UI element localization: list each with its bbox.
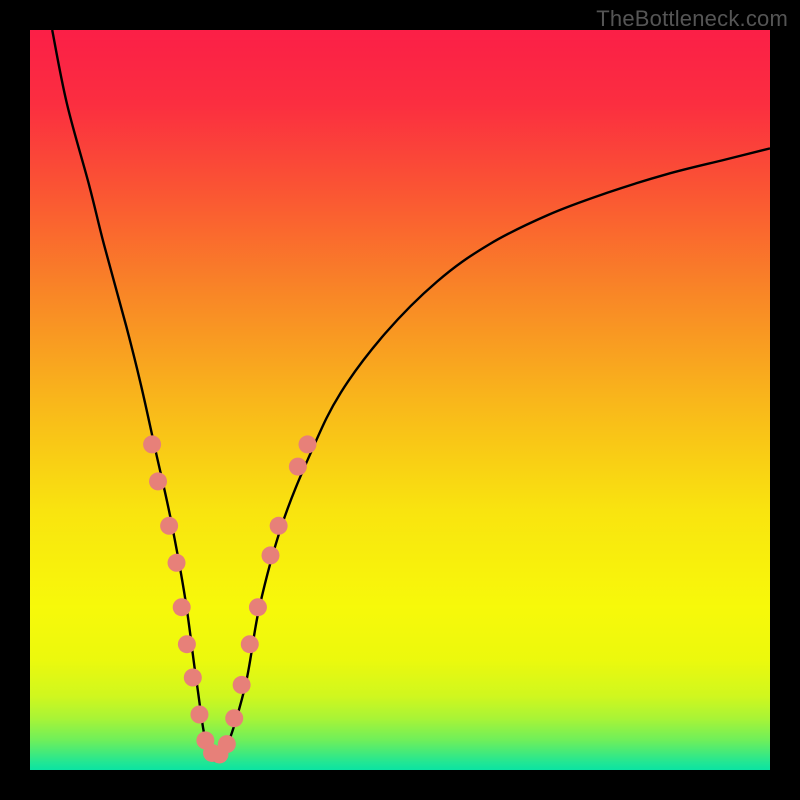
highlight-dot bbox=[270, 517, 288, 535]
chart-frame: TheBottleneck.com bbox=[0, 0, 800, 800]
bottleneck-curve bbox=[52, 30, 770, 761]
highlight-dot bbox=[143, 435, 161, 453]
highlight-dot bbox=[160, 517, 178, 535]
highlight-dot bbox=[190, 706, 208, 724]
highlight-dot bbox=[241, 635, 259, 653]
highlight-dot bbox=[249, 598, 267, 616]
highlight-dot bbox=[173, 598, 191, 616]
curve-layer bbox=[30, 30, 770, 770]
highlight-dot bbox=[289, 458, 307, 476]
highlight-dot bbox=[262, 546, 280, 564]
highlight-dot bbox=[184, 669, 202, 687]
highlight-dot bbox=[299, 435, 317, 453]
highlighted-dots bbox=[143, 435, 316, 763]
highlight-dot bbox=[168, 554, 186, 572]
highlight-dot bbox=[225, 709, 243, 727]
watermark-text: TheBottleneck.com bbox=[596, 6, 788, 32]
highlight-dot bbox=[149, 472, 167, 490]
plot-area bbox=[30, 30, 770, 770]
highlight-dot bbox=[178, 635, 196, 653]
highlight-dot bbox=[233, 676, 251, 694]
highlight-dot bbox=[218, 735, 236, 753]
